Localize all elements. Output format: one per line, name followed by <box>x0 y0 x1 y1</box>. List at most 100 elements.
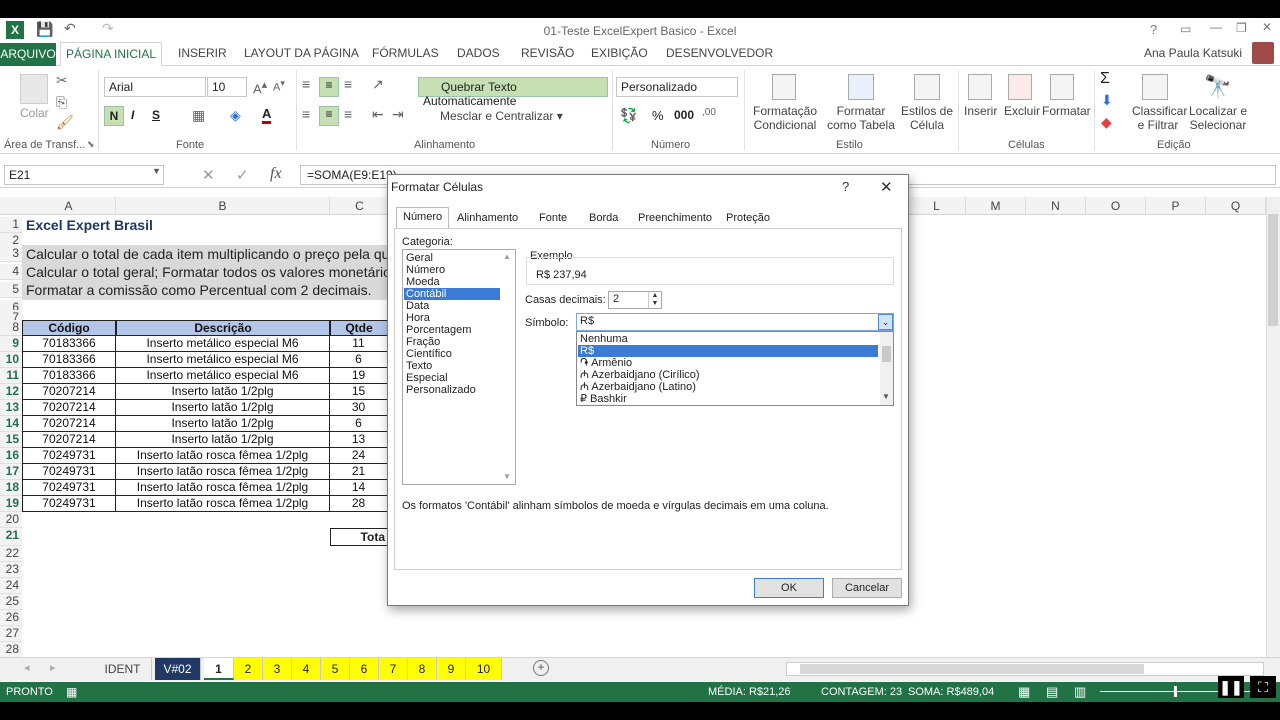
insert-function-icon[interactable]: fx <box>270 165 282 183</box>
font-name-combo[interactable]: Arial <box>104 77 206 97</box>
category-item[interactable]: Contábil <box>404 288 500 300</box>
description-cell[interactable]: Inserto latão rosca fêmea 1/2plg <box>116 480 330 496</box>
row-header[interactable]: 16 <box>0 448 22 464</box>
fill-icon[interactable]: ⬇ <box>1101 92 1113 109</box>
description-cell[interactable]: Inserto metálico especial M6 <box>116 368 330 384</box>
sheet-tab-ident[interactable]: IDENT <box>94 658 152 680</box>
normal-view-icon[interactable]: ▦ <box>1018 684 1030 700</box>
row-header[interactable]: 23 <box>0 562 22 578</box>
instruction-line[interactable]: Formatar a comissão como Percentual com … <box>26 282 371 298</box>
symbol-option[interactable]: R$ <box>578 345 878 357</box>
format-cells-button[interactable]: Formatar <box>1042 104 1091 118</box>
cell-styles-icon[interactable] <box>914 74 940 100</box>
autosum-icon[interactable]: Σ <box>1100 70 1110 88</box>
restore-icon[interactable]: ❐ <box>1236 21 1247 35</box>
code-cell[interactable]: 70183366 <box>22 368 116 384</box>
symbol-dropdown-list[interactable]: Nenhuma R$ ֏ Armênio ₼ Azerbaidjano (Ciríli… <box>576 331 894 406</box>
code-cell[interactable]: 70207214 <box>22 400 116 416</box>
dialog-tab-protection[interactable]: Proteção <box>720 209 776 229</box>
instruction-line[interactable]: Calcular o total geral; Formatar todos o… <box>26 264 388 280</box>
sheet-title[interactable]: Excel Expert Brasil <box>26 217 153 233</box>
symbol-option[interactable]: ₼ Azerbaidjano (Cirílico) <box>578 369 878 381</box>
zoom-slider-thumb[interactable] <box>1174 686 1177 697</box>
close-window-icon[interactable]: ✕ <box>1262 20 1272 34</box>
font-color-icon[interactable]: A <box>262 106 272 124</box>
column-header-c[interactable]: C <box>330 197 390 215</box>
column-header-o[interactable]: O <box>1086 197 1146 215</box>
row-header[interactable]: 14 <box>0 416 22 432</box>
number-format-combo[interactable]: Personalizado <box>616 77 738 97</box>
chevron-down-icon[interactable]: ▼ <box>882 392 890 401</box>
category-item[interactable]: Data <box>404 300 500 312</box>
symbol-select[interactable]: R$ <box>576 313 894 331</box>
description-cell[interactable]: Inserto latão 1/2plg <box>116 384 330 400</box>
row-header[interactable]: 9 <box>0 336 22 352</box>
code-cell[interactable]: 70207214 <box>22 416 116 432</box>
help-icon[interactable]: ? <box>1150 22 1157 37</box>
sort-filter-button[interactable]: Classificar e Filtrar <box>1132 104 1187 132</box>
table-header-qty[interactable]: Qtde <box>330 320 388 336</box>
sheet-tab-8[interactable]: 8 <box>408 658 437 680</box>
user-name[interactable]: Ana Paula Katsuki <box>1144 46 1242 60</box>
name-box[interactable]: E21 <box>4 165 164 185</box>
tab-page-layout[interactable]: LAYOUT DA PÁGINA <box>244 46 359 60</box>
row-header[interactable]: 19 <box>0 496 22 512</box>
align-middle-icon[interactable]: ≡ <box>319 77 339 97</box>
qty-cell[interactable]: 30 <box>330 400 388 416</box>
dialog-launcher-icon[interactable]: ⬊ <box>87 139 95 150</box>
format-cells-icon[interactable] <box>1050 74 1074 100</box>
clear-icon[interactable]: ◆ <box>1101 114 1112 131</box>
vertical-scroll-thumb[interactable] <box>1268 214 1278 326</box>
sheet-tab-2[interactable]: 2 <box>234 658 263 680</box>
row-header[interactable]: 24 <box>0 578 22 594</box>
decimal-stepper-icon[interactable]: ▲ ▼ <box>648 292 661 308</box>
dialog-tab-number[interactable]: Número <box>396 207 450 229</box>
conditional-format-button[interactable]: Formatação Condicional <box>750 104 820 132</box>
copy-icon[interactable]: ⎘ <box>56 94 67 111</box>
decrease-font-icon[interactable]: A▾ <box>273 78 285 94</box>
code-cell[interactable]: 70183366 <box>22 352 116 368</box>
row-header[interactable]: 20 <box>0 512 22 528</box>
row-header[interactable]: 22 <box>0 546 22 562</box>
dialog-tab-alignment[interactable]: Alinhamento <box>451 209 524 229</box>
code-cell[interactable]: 70249731 <box>22 448 116 464</box>
align-left-icon[interactable]: ≡ <box>302 106 310 122</box>
chevron-down-icon[interactable]: ⌄ <box>878 314 893 330</box>
tab-data[interactable]: DADOS <box>457 46 500 60</box>
horizontal-scroll-thumb[interactable] <box>800 664 1144 674</box>
row-header[interactable]: 10 <box>0 352 22 368</box>
dialog-tab-font[interactable]: Fonte <box>533 209 573 229</box>
find-select-icon[interactable]: 🔭 <box>1204 74 1231 100</box>
qty-cell[interactable]: 13 <box>330 432 388 448</box>
qty-cell[interactable]: 28 <box>330 496 388 512</box>
dialog-tab-border[interactable]: Borda <box>583 209 624 229</box>
format-painter-icon[interactable]: 🖌 <box>56 114 74 131</box>
tab-formulas[interactable]: FÓRMULAS <box>372 46 439 60</box>
delete-cells-button[interactable]: Excluir <box>1004 104 1040 118</box>
sheet-tab-1[interactable]: 1 <box>204 658 234 680</box>
cancel-button[interactable]: Cancelar <box>832 578 902 598</box>
code-cell[interactable]: 70207214 <box>22 384 116 400</box>
category-item[interactable]: Moeda <box>404 276 500 288</box>
category-list[interactable]: Geral Número Moeda Contábil Data Hora Porcenta… <box>402 249 516 485</box>
description-cell[interactable]: Inserto metálico especial M6 <box>116 336 330 352</box>
sheet-tab-v02[interactable]: V#02 <box>155 658 201 680</box>
table-header-code[interactable]: Código <box>22 320 116 336</box>
code-cell[interactable]: 70183366 <box>22 336 116 352</box>
ok-button[interactable]: OK <box>754 578 824 598</box>
row-header[interactable]: 1 <box>0 217 22 233</box>
outdent-icon[interactable]: ⇥ <box>392 106 404 123</box>
row-header[interactable]: 4 <box>0 264 22 280</box>
comma-style-icon[interactable]: 000 <box>674 108 694 122</box>
paste-icon[interactable] <box>20 74 48 104</box>
row-header[interactable]: 17 <box>0 464 22 480</box>
confirm-entry-icon[interactable]: ✓ <box>236 166 249 184</box>
sort-filter-icon[interactable] <box>1142 74 1168 100</box>
qty-cell[interactable]: 14 <box>330 480 388 496</box>
align-center-icon[interactable]: ≡ <box>319 106 339 126</box>
tab-developer[interactable]: DESENVOLVEDOR <box>666 46 773 60</box>
dropdown-scroll-thumb[interactable] <box>882 346 891 362</box>
cell-styles-button[interactable]: Estilos de Célula <box>900 104 954 132</box>
column-header-n[interactable]: N <box>1026 197 1086 215</box>
chevron-down-icon[interactable]: ▼ <box>503 472 511 481</box>
